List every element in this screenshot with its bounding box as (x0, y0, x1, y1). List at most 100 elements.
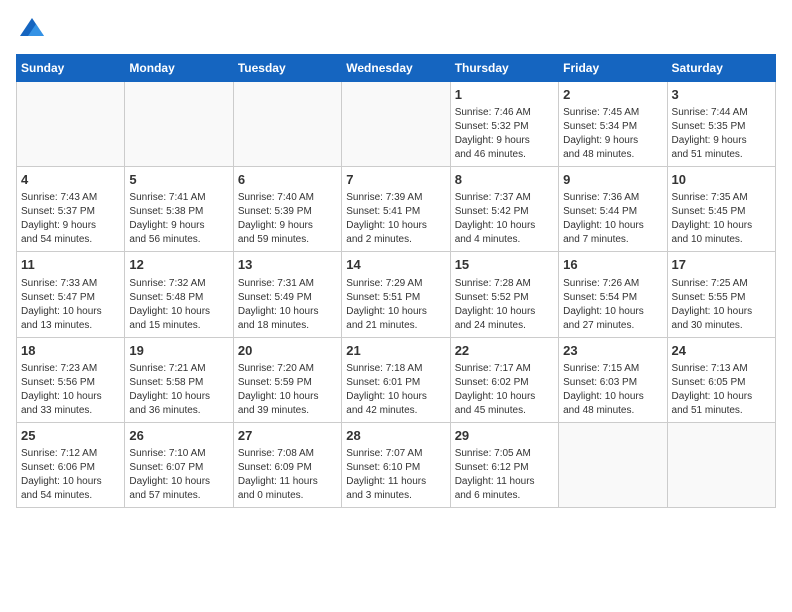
day-number: 10 (672, 171, 771, 189)
day-info: Sunrise: 7:10 AMSunset: 6:07 PMDaylight:… (129, 447, 228, 503)
day-info: Sunrise: 7:28 AMSunset: 5:52 PMDaylight:… (455, 277, 554, 333)
day-number: 22 (455, 342, 554, 360)
calendar-cell: 26 Sunrise: 7:10 AMSunset: 6:07 PMDayligh… (125, 422, 233, 507)
day-header-thursday: Thursday (450, 55, 558, 82)
day-info: Sunrise: 7:13 AMSunset: 6:05 PMDaylight:… (672, 362, 771, 418)
day-info: Sunrise: 7:32 AMSunset: 5:48 PMDaylight:… (129, 277, 228, 333)
calendar-cell: 14Sunrise: 7:29 AMSunset: 5:51 PMDayligh… (342, 252, 450, 337)
day-number: 13 (238, 256, 337, 274)
calendar-cell: 9 Sunrise: 7:36 AMSunset: 5:44 PMDaylight… (559, 167, 667, 252)
calendar-cell: 6 Sunrise: 7:40 AMSunset: 5:39 PMDaylight… (233, 167, 341, 252)
calendar-cell: 19 Sunrise: 7:21 AMSunset: 5:58 PMDayligh… (125, 337, 233, 422)
calendar-cell: 12 Sunrise: 7:32 AMSunset: 5:48 PMDayligh… (125, 252, 233, 337)
day-header-wednesday: Wednesday (342, 55, 450, 82)
day-info: Sunrise: 7:33 AMSunset: 5:47 PMDaylight:… (21, 277, 120, 333)
calendar-cell: 15 Sunrise: 7:28 AMSunset: 5:52 PMDayligh… (450, 252, 558, 337)
day-number: 11 (21, 256, 120, 274)
calendar-cell: 16 Sunrise: 7:26 AMSunset: 5:54 PMDayligh… (559, 252, 667, 337)
calendar-cell (342, 82, 450, 167)
day-info: Sunrise: 7:05 AMSunset: 6:12 PMDaylight:… (455, 447, 554, 503)
day-number: 23 (563, 342, 662, 360)
day-info: Sunrise: 7:18 AMSunset: 6:01 PMDaylight:… (346, 362, 445, 418)
calendar-cell: 10 Sunrise: 7:35 AMSunset: 5:45 PMDayligh… (667, 167, 775, 252)
day-info: Sunrise: 7:08 AMSunset: 6:09 PMDaylight:… (238, 447, 337, 503)
calendar-cell (233, 82, 341, 167)
day-info: Sunrise: 7:44 AMSunset: 5:35 PMDaylight:… (672, 106, 771, 162)
day-number: 1 (455, 86, 554, 104)
day-number: 4 (21, 171, 120, 189)
day-info: Sunrise: 7:45 AMSunset: 5:34 PMDaylight:… (563, 106, 662, 162)
calendar-week-row: 18 Sunrise: 7:23 AMSunset: 5:56 PMDayligh… (17, 337, 776, 422)
calendar-cell: 17 Sunrise: 7:25 AMSunset: 5:55 PMDayligh… (667, 252, 775, 337)
calendar-cell: 28Sunrise: 7:07 AMSunset: 6:10 PMDayligh… (342, 422, 450, 507)
calendar-cell (667, 422, 775, 507)
calendar-cell: 11 Sunrise: 7:33 AMSunset: 5:47 PMDayligh… (17, 252, 125, 337)
day-info: Sunrise: 7:31 AMSunset: 5:49 PMDaylight:… (238, 277, 337, 333)
day-number: 29 (455, 427, 554, 445)
logo-icon (18, 16, 46, 44)
day-info: Sunrise: 7:37 AMSunset: 5:42 PMDaylight:… (455, 191, 554, 247)
day-number: 17 (672, 256, 771, 274)
calendar-cell: 4Sunrise: 7:43 AMSunset: 5:37 PMDaylight… (17, 167, 125, 252)
calendar-week-row: 1 Sunrise: 7:46 AMSunset: 5:32 PMDaylight… (17, 82, 776, 167)
day-number: 18 (21, 342, 120, 360)
day-info: Sunrise: 7:12 AMSunset: 6:06 PMDaylight:… (21, 447, 120, 503)
day-info: Sunrise: 7:07 AMSunset: 6:10 PMDaylight:… (346, 447, 445, 503)
calendar-cell: 3 Sunrise: 7:44 AMSunset: 5:35 PMDaylight… (667, 82, 775, 167)
day-number: 26 (129, 427, 228, 445)
day-number: 2 (563, 86, 662, 104)
day-info: Sunrise: 7:17 AMSunset: 6:02 PMDaylight:… (455, 362, 554, 418)
day-info: Sunrise: 7:41 AMSunset: 5:38 PMDaylight:… (129, 191, 228, 247)
calendar-cell: 2 Sunrise: 7:45 AMSunset: 5:34 PMDaylight… (559, 82, 667, 167)
day-number: 25 (21, 427, 120, 445)
calendar-week-row: 4Sunrise: 7:43 AMSunset: 5:37 PMDaylight… (17, 167, 776, 252)
calendar-cell: 13 Sunrise: 7:31 AMSunset: 5:49 PMDayligh… (233, 252, 341, 337)
calendar-week-row: 11 Sunrise: 7:33 AMSunset: 5:47 PMDayligh… (17, 252, 776, 337)
calendar-cell: 29 Sunrise: 7:05 AMSunset: 6:12 PMDayligh… (450, 422, 558, 507)
day-number: 6 (238, 171, 337, 189)
calendar-table: SundayMondayTuesdayWednesdayThursdayFrid… (16, 54, 776, 508)
day-number: 19 (129, 342, 228, 360)
calendar-header-row: SundayMondayTuesdayWednesdayThursdayFrid… (17, 55, 776, 82)
calendar-cell (559, 422, 667, 507)
header (16, 16, 776, 44)
day-info: Sunrise: 7:46 AMSunset: 5:32 PMDaylight:… (455, 106, 554, 162)
calendar-cell: 1 Sunrise: 7:46 AMSunset: 5:32 PMDaylight… (450, 82, 558, 167)
calendar-cell: 22 Sunrise: 7:17 AMSunset: 6:02 PMDayligh… (450, 337, 558, 422)
calendar-body: 1 Sunrise: 7:46 AMSunset: 5:32 PMDaylight… (17, 82, 776, 508)
day-number: 27 (238, 427, 337, 445)
calendar-cell: 25 Sunrise: 7:12 AMSunset: 6:06 PMDayligh… (17, 422, 125, 507)
day-number: 12 (129, 256, 228, 274)
day-number: 7 (346, 171, 445, 189)
day-number: 15 (455, 256, 554, 274)
day-info: Sunrise: 7:26 AMSunset: 5:54 PMDaylight:… (563, 277, 662, 333)
calendar-cell: 21Sunrise: 7:18 AMSunset: 6:01 PMDayligh… (342, 337, 450, 422)
day-number: 14 (346, 256, 445, 274)
day-number: 16 (563, 256, 662, 274)
day-header-saturday: Saturday (667, 55, 775, 82)
calendar-cell: 18 Sunrise: 7:23 AMSunset: 5:56 PMDayligh… (17, 337, 125, 422)
day-number: 9 (563, 171, 662, 189)
calendar-cell: 5Sunrise: 7:41 AMSunset: 5:38 PMDaylight… (125, 167, 233, 252)
day-info: Sunrise: 7:23 AMSunset: 5:56 PMDaylight:… (21, 362, 120, 418)
calendar-cell (17, 82, 125, 167)
day-info: Sunrise: 7:35 AMSunset: 5:45 PMDaylight:… (672, 191, 771, 247)
calendar-cell (125, 82, 233, 167)
calendar-week-row: 25 Sunrise: 7:12 AMSunset: 6:06 PMDayligh… (17, 422, 776, 507)
day-info: Sunrise: 7:39 AMSunset: 5:41 PMDaylight:… (346, 191, 445, 247)
day-number: 20 (238, 342, 337, 360)
day-header-tuesday: Tuesday (233, 55, 341, 82)
day-info: Sunrise: 7:21 AMSunset: 5:58 PMDaylight:… (129, 362, 228, 418)
day-info: Sunrise: 7:40 AMSunset: 5:39 PMDaylight:… (238, 191, 337, 247)
day-info: Sunrise: 7:36 AMSunset: 5:44 PMDaylight:… (563, 191, 662, 247)
day-number: 24 (672, 342, 771, 360)
calendar-cell: 27 Sunrise: 7:08 AMSunset: 6:09 PMDayligh… (233, 422, 341, 507)
day-info: Sunrise: 7:20 AMSunset: 5:59 PMDaylight:… (238, 362, 337, 418)
day-header-sunday: Sunday (17, 55, 125, 82)
day-header-friday: Friday (559, 55, 667, 82)
calendar-cell: 8Sunrise: 7:37 AMSunset: 5:42 PMDaylight… (450, 167, 558, 252)
day-info: Sunrise: 7:25 AMSunset: 5:55 PMDaylight:… (672, 277, 771, 333)
calendar-cell: 23Sunrise: 7:15 AMSunset: 6:03 PMDayligh… (559, 337, 667, 422)
calendar-cell: 20 Sunrise: 7:20 AMSunset: 5:59 PMDayligh… (233, 337, 341, 422)
day-number: 3 (672, 86, 771, 104)
